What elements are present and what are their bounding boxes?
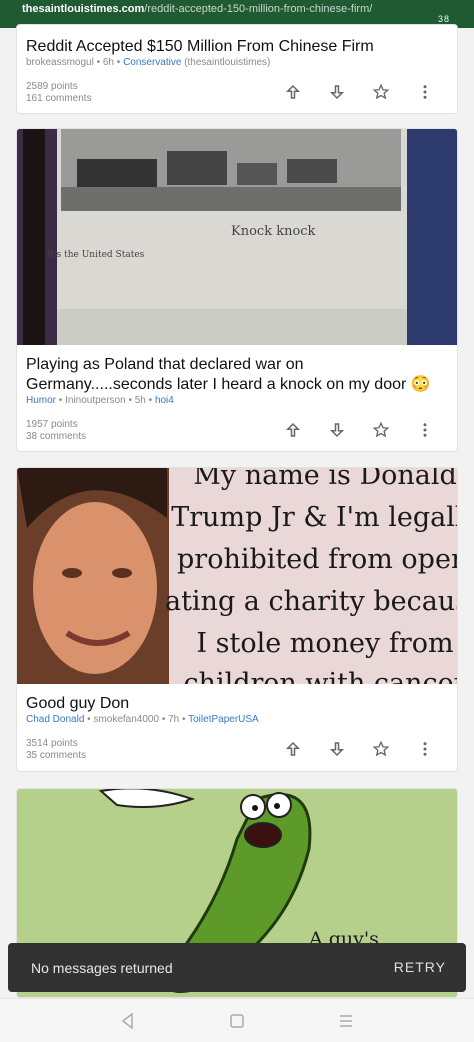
meme-text-line: children with cancer — [183, 668, 457, 684]
post-title[interactable]: Reddit Accepted $150 Million From Chines… — [26, 37, 448, 57]
save-button[interactable] — [359, 419, 403, 441]
post-source: (thesaintlouistimes) — [184, 57, 271, 68]
more-vertical-icon — [423, 742, 427, 756]
retry-button[interactable]: RETRY — [394, 959, 446, 975]
post-stats: 2589 points 161 comments — [26, 81, 92, 105]
post-title[interactable]: Good guy Don — [26, 694, 448, 714]
post-card[interactable]: Reddit Accepted $150 Million From Chines… — [16, 24, 458, 114]
post-card[interactable]: Knock knock It's the United States Playi… — [16, 128, 458, 452]
post-flair: Humor — [26, 395, 57, 406]
meme-text-sub: It's the United States — [47, 250, 145, 260]
post-title[interactable]: Playing as Poland that declared war on G… — [26, 355, 448, 395]
arrow-down-icon — [329, 85, 345, 100]
arrow-down-icon — [329, 423, 345, 438]
post-image[interactable]: Knock knock It's the United States — [17, 129, 457, 345]
more-options-button[interactable] — [403, 738, 447, 760]
post-age: 6h — [102, 57, 114, 68]
back-triangle-icon — [121, 1012, 133, 1030]
arrow-down-icon — [329, 742, 345, 757]
post-meta: Humor • Ininoutperson • 5h • hoi4 — [26, 395, 174, 406]
status-bar-indicators: 38 — [437, 14, 450, 24]
comments-count: 38 comments — [26, 431, 87, 442]
points-count: 1957 points — [26, 419, 78, 430]
star-icon — [372, 740, 390, 757]
comments-count: 161 comments — [26, 93, 92, 104]
recents-button[interactable] — [336, 1011, 356, 1031]
home-square-icon — [230, 1014, 244, 1028]
donald-jr-meme-image: My name is Donald Trump Jr & I'm legally… — [17, 468, 457, 684]
post-author: smokefan4000 — [93, 714, 160, 725]
arrow-up-icon — [285, 741, 301, 756]
subreddit-link[interactable]: hoi4 — [155, 395, 174, 406]
home-button[interactable] — [227, 1011, 247, 1031]
subreddit-link[interactable]: Conservative — [123, 57, 181, 68]
post-age: 7h — [168, 714, 180, 725]
knock-knock-meme-image: Knock knock It's the United States — [17, 129, 457, 345]
comments-count: 35 comments — [26, 750, 87, 761]
arrow-up-icon — [285, 422, 301, 437]
more-vertical-icon — [423, 423, 427, 437]
post-author: Ininoutperson — [65, 395, 126, 406]
meme-text-line: Trump Jr & I'm legally — [171, 502, 457, 533]
star-icon — [372, 83, 390, 100]
post-image[interactable]: My name is Donald Trump Jr & I'm legally… — [17, 468, 457, 684]
system-navigation-bar — [0, 998, 474, 1042]
post-meta: Chad Donald • smokefan4000 • 7h • Toilet… — [26, 714, 259, 725]
post-card[interactable]: My name is Donald Trump Jr & I'm legally… — [16, 467, 458, 772]
meme-text-line: I stole money from — [196, 628, 453, 659]
post-stats: 3514 points 35 comments — [26, 738, 86, 762]
post-author: brokeassmogul — [26, 57, 94, 68]
more-vertical-icon — [423, 85, 427, 99]
post-stats: 1957 points 38 comments — [26, 419, 86, 443]
downvote-button[interactable] — [315, 738, 359, 760]
more-options-button[interactable] — [403, 81, 447, 103]
snackbar: No messages returned RETRY — [8, 943, 466, 992]
points-count: 3514 points — [26, 738, 78, 749]
downvote-button[interactable] — [315, 81, 359, 103]
back-button[interactable] — [118, 1011, 138, 1031]
upvote-button[interactable] — [271, 419, 315, 441]
save-button[interactable] — [359, 738, 403, 760]
meme-text-line: ating a charity because — [165, 586, 457, 617]
upvote-button[interactable] — [271, 738, 315, 760]
snackbar-message: No messages returned — [31, 960, 173, 976]
menu-lines-icon — [340, 1015, 352, 1027]
more-options-button[interactable] — [403, 419, 447, 441]
star-icon — [372, 421, 390, 438]
meme-text-main: Knock knock — [231, 224, 316, 239]
post-age: 5h — [134, 395, 146, 406]
meme-text-line: My name is Donald — [193, 468, 457, 491]
upvote-button[interactable] — [271, 81, 315, 103]
post-meta: brokeassmogul • 6h • Conservative (thesa… — [26, 57, 271, 68]
post-flair: Chad Donald — [26, 714, 85, 725]
subreddit-link[interactable]: ToiletPaperUSA — [188, 714, 259, 725]
arrow-up-icon — [285, 84, 301, 99]
url-text: thesaintlouistimes.com/reddit-accepted-1… — [22, 3, 373, 15]
meme-text-line: prohibited from oper- — [177, 544, 457, 575]
points-count: 2589 points — [26, 81, 78, 92]
save-button[interactable] — [359, 81, 403, 103]
downvote-button[interactable] — [315, 419, 359, 441]
